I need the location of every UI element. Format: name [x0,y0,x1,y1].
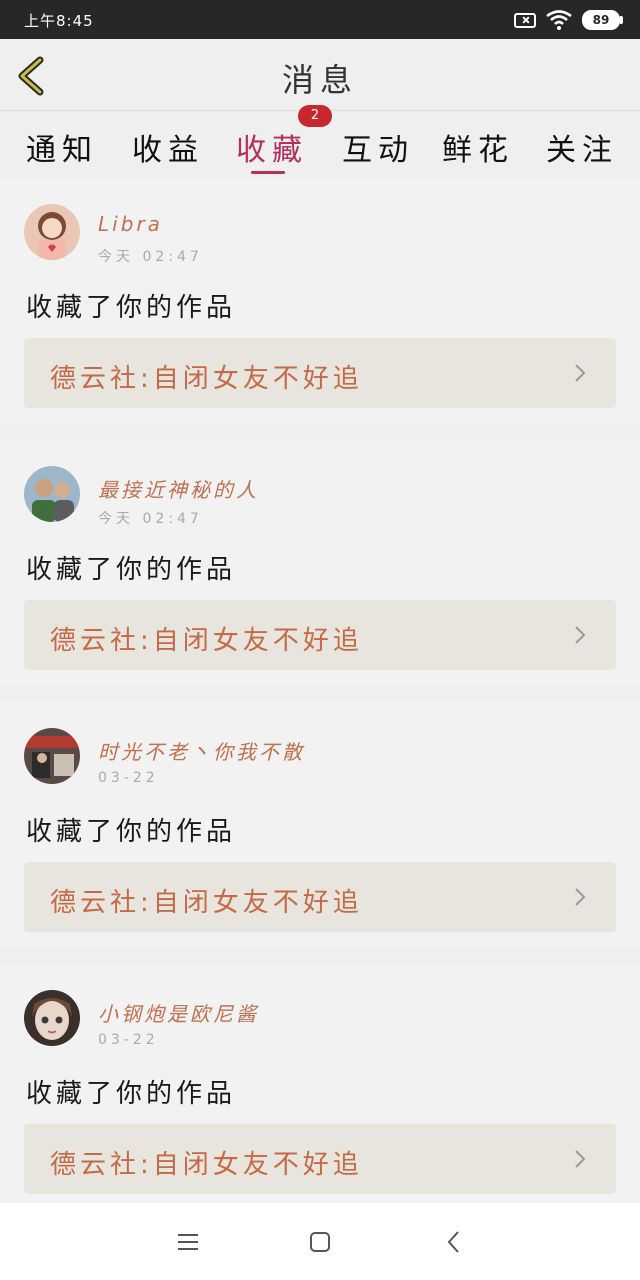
status-bar: 上午8:45 89 [0,0,640,39]
avatar[interactable] [24,466,80,522]
avatar-image [24,728,80,784]
home-square-icon [310,1232,330,1252]
work-link[interactable]: 德云社:自闭女友不好追 [24,862,616,932]
tab-follows[interactable]: 关注 [546,125,618,169]
action-text: 收藏了你的作品 [26,555,237,585]
message-list: Libra 今天 02:47 收藏了你的作品 德云社:自闭女友不好追 最接近神秘… [0,179,640,1203]
avatar[interactable] [24,990,80,1046]
wifi-icon [546,10,572,30]
list-item: 最接近神秘的人 今天 02:47 收藏了你的作品 德云社:自闭女友不好追 [0,441,640,685]
tab-notifications[interactable]: 通知 [26,125,98,169]
battery-indicator: 89 [582,10,623,30]
work-title: 德云社:自闭女友不好追 [50,626,363,656]
back-triangle-icon [447,1231,459,1253]
action-text: 收藏了你的作品 [26,1079,237,1109]
chevron-right-icon [575,626,586,644]
list-item: 小钢炮是欧尼酱 03-22 收藏了你的作品 德云社:自闭女友不好追 [0,965,640,1203]
work-title: 德云社:自闭女友不好追 [50,888,363,918]
timestamp: 今天 02:47 [98,249,203,265]
tab-interactions[interactable]: 互动 [342,125,414,169]
status-time: 上午8:45 [24,12,94,30]
page-title: 消息 [281,61,358,99]
list-item: 时光不老丶你我不散 03-22 收藏了你的作品 德云社:自闭女友不好追 [0,703,640,947]
work-link[interactable]: 德云社:自闭女友不好追 [24,338,616,408]
username[interactable]: 时光不老丶你我不散 [98,736,305,765]
work-title: 德云社:自闭女友不好追 [50,1150,363,1180]
chevron-right-icon [575,364,586,382]
tab-favorites[interactable]: 收藏 [236,125,308,169]
timestamp: 03-22 [98,1032,159,1048]
menu-button[interactable] [175,1229,201,1255]
system-back-button[interactable] [441,1229,467,1255]
app-content: 消息 通知 收益 收藏 互动 鲜花 关注 2 Libra 今天 02:47 收藏… [0,39,640,1203]
timestamp: 今天 02:47 [98,511,203,527]
timestamp: 03-22 [98,770,159,786]
top-bar: 消息 [0,39,640,111]
username[interactable]: 小钢炮是欧尼酱 [98,998,259,1027]
chevron-right-icon [575,888,586,906]
avatar[interactable] [24,204,80,260]
tab-badge: 2 [298,105,332,127]
action-text: 收藏了你的作品 [26,817,237,847]
tab-bar: 通知 收益 收藏 互动 鲜花 关注 2 [0,105,640,179]
avatar-image [24,990,80,1046]
avatar-image [24,466,80,522]
username[interactable]: 最接近神秘的人 [98,474,259,503]
status-icons: 89 [514,9,623,31]
tab-flowers[interactable]: 鲜花 [442,125,514,169]
username[interactable]: Libra [98,212,163,236]
tab-earnings[interactable]: 收益 [132,125,204,169]
home-button[interactable] [307,1229,333,1255]
work-link[interactable]: 德云社:自闭女友不好追 [24,600,616,670]
action-text: 收藏了你的作品 [26,293,237,323]
system-nav-bar [0,1203,640,1280]
list-item: Libra 今天 02:47 收藏了你的作品 德云社:自闭女友不好追 [0,179,640,423]
work-title: 德云社:自闭女友不好追 [50,364,363,394]
active-tab-indicator [251,171,285,174]
chevron-right-icon [575,1150,586,1168]
avatar[interactable] [24,728,80,784]
no-sim-icon [514,12,536,28]
avatar-image [24,204,80,260]
work-link[interactable]: 德云社:自闭女友不好追 [24,1124,616,1194]
menu-icon [178,1234,198,1250]
